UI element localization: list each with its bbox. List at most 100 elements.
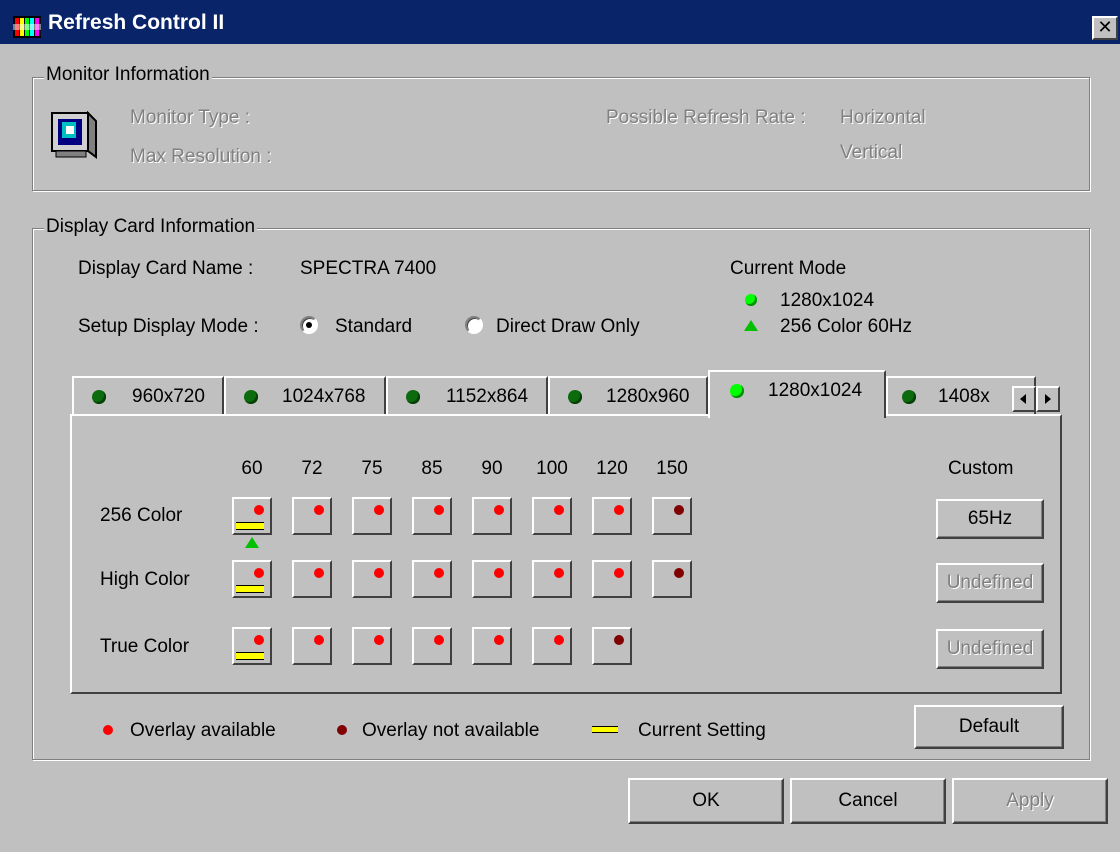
refresh-cell-high-120[interactable] [592,560,632,598]
current-mode-led [745,294,757,306]
monitor-info-label: Monitor Information [44,64,212,86]
current-setting-bar [236,652,264,660]
overlay-dot [254,505,264,515]
refresh-cell-true-75[interactable] [352,627,392,665]
tab-led-active [730,384,744,398]
refresh-cell-true-72[interactable] [292,627,332,665]
tab-led [244,390,258,404]
refresh-cell-256-90[interactable] [472,497,512,535]
overlay-unavailable-dot [674,505,684,515]
overlay-dot [554,505,564,515]
overlay-dot [374,505,384,515]
overlay-dot [494,635,504,645]
monitor-icon [50,109,98,167]
current-setting-legend-icon [592,726,618,733]
tab-1280x960[interactable]: 1280x960 [548,376,708,414]
refresh-cell-high-85[interactable] [412,560,452,598]
tab-led [568,390,582,404]
overlay-unavailable-dot [614,635,624,645]
tab-960x720[interactable]: 960x720 [72,376,224,414]
radio-standard[interactable] [300,316,318,334]
refresh-cell-high-150[interactable] [652,560,692,598]
overlay-dot [554,568,564,578]
display-card-label: Display Card Information [44,216,258,238]
overlay-dot [314,505,324,515]
cancel-button[interactable]: Cancel [790,778,946,824]
refresh-cell-true-120[interactable] [592,627,632,665]
overlay-unavailable-legend-icon [337,725,347,735]
custom-high-button: Undefined [936,563,1044,603]
overlay-dot [494,568,504,578]
row-label-256-color: 256 Color [100,505,183,526]
overlay-available-legend-icon [103,725,113,735]
refresh-cell-true-100[interactable] [532,627,572,665]
refresh-cell-high-90[interactable] [472,560,512,598]
current-mode-triangle [245,537,259,548]
custom-256-button[interactable]: 65Hz [936,499,1044,539]
app-icon [13,16,41,38]
setup-mode-label: Setup Display Mode : [78,316,259,337]
current-resolution: 1280x1024 [780,290,875,311]
refresh-cell-high-100[interactable] [532,560,572,598]
ok-button[interactable]: OK [628,778,784,824]
overlay-dot [554,635,564,645]
current-color-rate: 256 Color 60Hz [780,316,913,337]
tab-label: 1024x768 [282,386,366,407]
refresh-cell-256-150[interactable] [652,497,692,535]
refresh-cell-256-100[interactable] [532,497,572,535]
max-resolution-label: Max Resolution : [130,146,272,167]
tab-scroll-left-icon[interactable] [1012,386,1036,412]
current-setting-bar [236,522,264,530]
close-icon[interactable]: ✕ [1092,16,1118,40]
rate-header: 100 [536,458,568,479]
horizontal-label: Horizontal [840,107,926,128]
tab-1152x864[interactable]: 1152x864 [386,376,548,414]
card-name-value: SPECTRA 7400 [300,258,437,279]
tab-label: 1280x960 [606,386,690,407]
overlay-dot [434,505,444,515]
refresh-cell-256-60[interactable] [232,497,272,535]
radio-standard-dot [306,322,312,328]
refresh-cell-256-75[interactable] [352,497,392,535]
tab-1024x768[interactable]: 1024x768 [224,376,386,414]
refresh-cell-high-72[interactable] [292,560,332,598]
title-bar[interactable]: Refresh Control II ✕ [0,0,1120,44]
row-label-true-color: True Color [100,636,190,657]
card-name-label: Display Card Name : [78,258,254,279]
overlay-dot [314,568,324,578]
window-title: Refresh Control II [48,11,225,34]
direct-draw-label[interactable]: Direct Draw Only [496,316,640,338]
custom-true-button: Undefined [936,629,1044,669]
overlay-dot [374,635,384,645]
overlay-dot [494,505,504,515]
custom-header: Custom [948,458,1014,479]
vertical-label: Vertical [840,142,903,163]
refresh-cell-high-75[interactable] [352,560,392,598]
default-button[interactable]: Default [914,705,1064,749]
refresh-cell-true-85[interactable] [412,627,452,665]
tab-1280x1024[interactable]: 1280x1024 [708,370,886,418]
refresh-cell-256-85[interactable] [412,497,452,535]
refresh-cell-true-60[interactable] [232,627,272,665]
rate-header: 72 [301,458,323,479]
current-mode-triangle [744,320,758,331]
refresh-cell-256-72[interactable] [292,497,332,535]
monitor-info-group [32,77,1090,191]
tab-scroll-right-icon[interactable] [1036,386,1060,412]
tab-led [406,390,420,404]
refresh-cell-true-90[interactable] [472,627,512,665]
current-setting-legend: Current Setting [638,720,766,741]
overlay-unavailable-dot [674,568,684,578]
rate-header: 75 [361,458,383,479]
refresh-cell-high-60[interactable] [232,560,272,598]
tab-label: 1152x864 [446,386,529,407]
overlay-dot [314,635,324,645]
tab-label: 1280x1024 [768,380,863,401]
rate-header: 85 [421,458,443,479]
refresh-cell-256-120[interactable] [592,497,632,535]
current-mode-label: Current Mode [730,258,847,279]
overlay-unavailable-legend: Overlay not available [362,720,540,741]
standard-label[interactable]: Standard [335,316,412,338]
radio-direct-draw[interactable] [465,316,483,334]
rate-header: 150 [656,458,688,479]
